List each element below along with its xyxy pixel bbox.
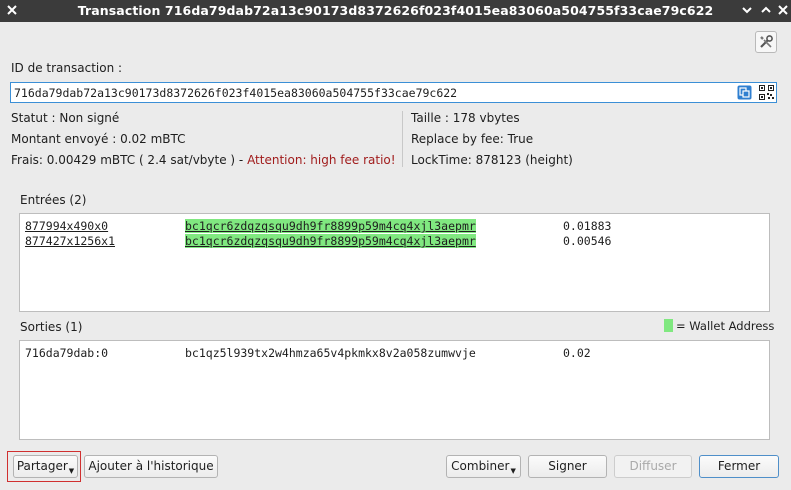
dropdown-arrow-icon: ▼ (68, 467, 75, 475)
wallet-address-legend: = Wallet Address (676, 319, 775, 333)
share-button[interactable]: Partager▼ (13, 455, 78, 478)
output-outpoint[interactable]: 716da79dab:0 (25, 346, 108, 360)
input-row[interactable]: 877427x1256x1 bc1qcr6zdqzqsqu9dh9fr8899p… (25, 234, 625, 248)
close-window-icon[interactable] (775, 2, 791, 18)
title-bar: Transaction 716da79dab72a13c90173d837262… (0, 0, 791, 22)
input-amount: 0.00546 (563, 234, 612, 248)
txid-value[interactable]: 716da79dab72a13c90173d8372626f023f4015ea… (14, 86, 457, 100)
fee-value: Frais: 0.00429 mBTC ( 2.4 sat/vbyte ) - (11, 153, 248, 167)
outputs-list[interactable]: 716da79dab:0 bc1qz5l939tx2w4hmza65v4pkmk… (19, 340, 770, 440)
outputs-header: Sorties (1) (20, 320, 83, 334)
inputs-list[interactable]: 877994x490x0 bc1qcr6zdqzqsqu9dh9fr8899p5… (19, 213, 770, 312)
input-outpoint[interactable]: 877427x1256x1 (25, 234, 115, 248)
output-row[interactable]: 716da79dab:0 bc1qz5l939tx2w4hmza65v4pkmk… (25, 346, 625, 360)
input-row[interactable]: 877994x490x0 bc1qcr6zdqzqsqu9dh9fr8899p5… (25, 219, 625, 233)
fee-warning: Attention: high fee ratio! (247, 153, 396, 167)
txid-field[interactable]: 716da79dab72a13c90173d8372626f023f4015ea… (10, 82, 777, 103)
fee-text: Frais: 0.00429 mBTC ( 2.4 sat/vbyte ) - … (11, 153, 396, 167)
wallet-address-swatch (664, 319, 673, 332)
inputs-header: Entrées (2) (20, 193, 87, 207)
output-amount: 0.02 (563, 346, 591, 360)
window-title: Transaction 716da79dab72a13c90173d837262… (77, 3, 714, 18)
combine-button-label: Combiner (451, 459, 510, 473)
rbf-text: Replace by fee: True (411, 132, 534, 146)
minimize-icon[interactable] (739, 2, 755, 18)
add-to-history-button[interactable]: Ajouter à l'historique (84, 455, 218, 478)
status-text: Statut : Non signé (11, 111, 120, 125)
input-address[interactable]: bc1qcr6zdqzqsqu9dh9fr8899p59m4cq4xjl3aep… (185, 219, 476, 233)
dropdown-arrow-icon: ▼ (510, 467, 516, 475)
info-divider (402, 111, 403, 167)
share-button-label: Partager (16, 459, 68, 473)
txid-label: ID de transaction : (11, 61, 123, 75)
copy-icon[interactable] (737, 85, 752, 100)
combine-button[interactable]: Combiner▼ (446, 455, 521, 478)
broadcast-button[interactable]: Diffuser (614, 455, 692, 478)
locktime-text: LockTime: 878123 (height) (411, 153, 573, 167)
tools-button[interactable] (755, 31, 777, 53)
qr-code-icon[interactable] (759, 85, 774, 100)
input-amount: 0.01883 (563, 219, 612, 233)
close-button[interactable]: Fermer (699, 455, 779, 478)
size-text: Taille : 178 vbytes (411, 111, 520, 125)
output-address[interactable]: bc1qz5l939tx2w4hmza65v4pkmkx8v2a058zumwv… (185, 346, 476, 360)
sign-button[interactable]: Signer (528, 455, 607, 478)
input-outpoint[interactable]: 877994x490x0 (25, 219, 108, 233)
maximize-icon[interactable] (758, 2, 774, 18)
amount-text: Montant envoyé : 0.02 mBTC (11, 132, 186, 146)
input-address[interactable]: bc1qcr6zdqzqsqu9dh9fr8899p59m4cq4xjl3aep… (185, 234, 476, 248)
tools-icon (760, 35, 773, 48)
